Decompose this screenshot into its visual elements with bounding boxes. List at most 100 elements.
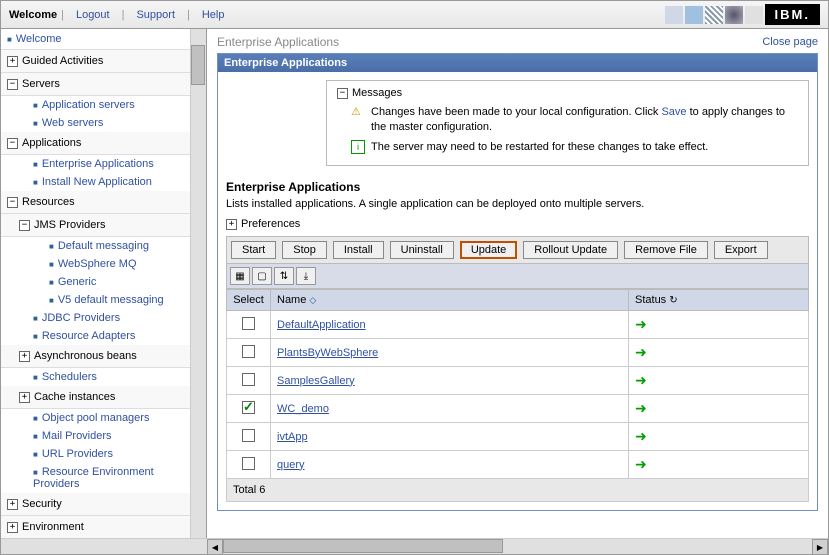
install-button[interactable]: Install — [333, 241, 384, 259]
table-row: WC_demo ➜ — [227, 395, 809, 423]
table-row: query ➜ — [227, 451, 809, 479]
table-toolbar: ▦ ▢ ⇅ ⤓ — [226, 264, 809, 289]
info-message: The server may need to be restarted for … — [371, 140, 708, 155]
sidebar-enterprise-apps[interactable]: Enterprise Applications — [42, 158, 154, 170]
filter-icon[interactable]: ⇅ — [274, 267, 294, 285]
sidebar: ■Welcome +Guided Activities −Servers ■Ap… — [1, 29, 207, 538]
help-link[interactable]: Help — [194, 9, 233, 21]
app-name-link[interactable]: SamplesGallery — [277, 375, 355, 387]
sidebar-scrollbar[interactable] — [190, 29, 206, 538]
running-icon: ➜ — [635, 316, 647, 332]
sidebar-applications[interactable]: −Applications — [1, 132, 190, 155]
collapse-icon[interactable]: − — [7, 197, 18, 208]
rollout-button[interactable]: Rollout Update — [523, 241, 618, 259]
sidebar-cache[interactable]: +Cache instances — [1, 386, 190, 409]
deco-icon — [705, 6, 723, 24]
topnav-links: Welcome | Logout | Support | Help — [9, 9, 232, 21]
expand-icon[interactable]: + — [19, 351, 30, 362]
select-all-icon[interactable]: ▦ — [230, 267, 250, 285]
save-link[interactable]: Save — [661, 106, 686, 118]
sidebar-jdbc[interactable]: JDBC Providers — [42, 312, 120, 324]
panel-title: Enterprise Applications — [218, 54, 817, 72]
scroll-right-icon[interactable]: ▶ — [812, 539, 828, 555]
preferences-label: Preferences — [241, 218, 300, 230]
row-checkbox[interactable] — [242, 429, 255, 442]
table-row: PlantsByWebSphere ➜ — [227, 339, 809, 367]
main-panel: Enterprise Applications − Messages ⚠ Cha… — [217, 53, 818, 511]
sidebar-resources[interactable]: −Resources — [1, 191, 190, 214]
export-button[interactable]: Export — [714, 241, 768, 259]
section-title: Enterprise Applications — [226, 180, 809, 194]
collapse-icon[interactable]: − — [337, 88, 348, 99]
sidebar-guided[interactable]: +Guided Activities — [1, 50, 190, 73]
app-name-link[interactable]: ivtApp — [277, 431, 308, 443]
update-button[interactable]: Update — [460, 241, 517, 259]
sort-icon[interactable]: ◇ — [309, 295, 316, 305]
action-buttons: Start Stop Install Uninstall Update Roll… — [226, 236, 809, 264]
warning-icon: ⚠ — [351, 105, 365, 119]
row-checkbox[interactable] — [242, 345, 255, 358]
name-header[interactable]: Name ◇ — [271, 290, 629, 311]
row-checkbox[interactable] — [242, 373, 255, 386]
app-name-link[interactable]: query — [277, 459, 305, 471]
row-checkbox[interactable] — [242, 401, 255, 414]
sidebar-jms-mq[interactable]: WebSphere MQ — [58, 258, 137, 270]
sidebar-jms[interactable]: −JMS Providers — [1, 214, 190, 237]
close-page-link[interactable]: Close page — [762, 36, 818, 48]
collapse-icon[interactable]: − — [19, 220, 30, 231]
app-name-link[interactable]: PlantsByWebSphere — [277, 347, 378, 359]
running-icon: ➜ — [635, 456, 647, 472]
collapse-icon[interactable]: − — [7, 138, 18, 149]
sidebar-install-app[interactable]: Install New Application — [42, 176, 152, 188]
status-header: Status ↻ — [629, 290, 809, 311]
logout-link[interactable]: Logout — [68, 9, 118, 21]
warning-message: Changes have been made to your local con… — [371, 105, 798, 136]
deselect-all-icon[interactable]: ▢ — [252, 267, 272, 285]
horizontal-scrollbar[interactable]: ◀ ▶ — [1, 538, 828, 554]
app-name-link[interactable]: DefaultApplication — [277, 319, 366, 331]
sidebar-schedulers[interactable]: Schedulers — [42, 371, 97, 383]
expand-icon[interactable]: + — [7, 522, 18, 533]
sidebar-jms-v5[interactable]: V5 default messaging — [58, 294, 164, 306]
sidebar-environment[interactable]: +Environment — [1, 516, 190, 538]
app-name-link[interactable]: WC_demo — [277, 403, 329, 415]
row-checkbox[interactable] — [242, 317, 255, 330]
sidebar-jms-default[interactable]: Default messaging — [58, 240, 149, 252]
sidebar-adapters[interactable]: Resource Adapters — [42, 330, 136, 342]
scroll-left-icon[interactable]: ◀ — [207, 539, 223, 555]
sidebar-mail[interactable]: Mail Providers — [42, 430, 112, 442]
sidebar-pool[interactable]: Object pool managers — [42, 412, 150, 424]
applications-table: Select Name ◇ Status ↻ DefaultApplicatio… — [226, 289, 809, 502]
stop-button[interactable]: Stop — [282, 241, 327, 259]
sidebar-jms-generic[interactable]: Generic — [58, 276, 97, 288]
row-checkbox[interactable] — [242, 457, 255, 470]
expand-icon[interactable]: + — [7, 56, 18, 67]
select-header: Select — [227, 290, 271, 311]
start-button[interactable]: Start — [231, 241, 276, 259]
sidebar-welcome[interactable]: Welcome — [16, 33, 62, 45]
breadcrumb: Enterprise Applications — [217, 35, 339, 49]
running-icon: ➜ — [635, 428, 647, 444]
expand-icon[interactable]: + — [226, 219, 237, 230]
uninstall-button[interactable]: Uninstall — [390, 241, 454, 259]
support-link[interactable]: Support — [128, 9, 183, 21]
info-icon: i — [351, 140, 365, 154]
remove-file-button[interactable]: Remove File — [624, 241, 708, 259]
sidebar-app-servers[interactable]: Application servers — [42, 99, 135, 111]
sidebar-env[interactable]: Resource Environment Providers — [33, 466, 154, 490]
expand-icon[interactable]: + — [19, 392, 30, 403]
expand-icon[interactable]: + — [7, 499, 18, 510]
sidebar-web-servers[interactable]: Web servers — [42, 117, 104, 129]
refresh-icon[interactable]: ↻ — [669, 295, 677, 306]
sidebar-security[interactable]: +Security — [1, 493, 190, 516]
messages-box: − Messages ⚠ Changes have been made to y… — [326, 80, 809, 166]
sidebar-url[interactable]: URL Providers — [42, 448, 113, 460]
sidebar-async[interactable]: +Asynchronous beans — [1, 345, 190, 368]
content-area: Enterprise Applications Close page Enter… — [207, 29, 828, 538]
running-icon: ➜ — [635, 400, 647, 416]
deco-icon — [665, 6, 683, 24]
sidebar-servers[interactable]: −Servers — [1, 73, 190, 96]
table-row: DefaultApplication ➜ — [227, 311, 809, 339]
clear-filter-icon[interactable]: ⤓ — [296, 267, 316, 285]
collapse-icon[interactable]: − — [7, 79, 18, 90]
